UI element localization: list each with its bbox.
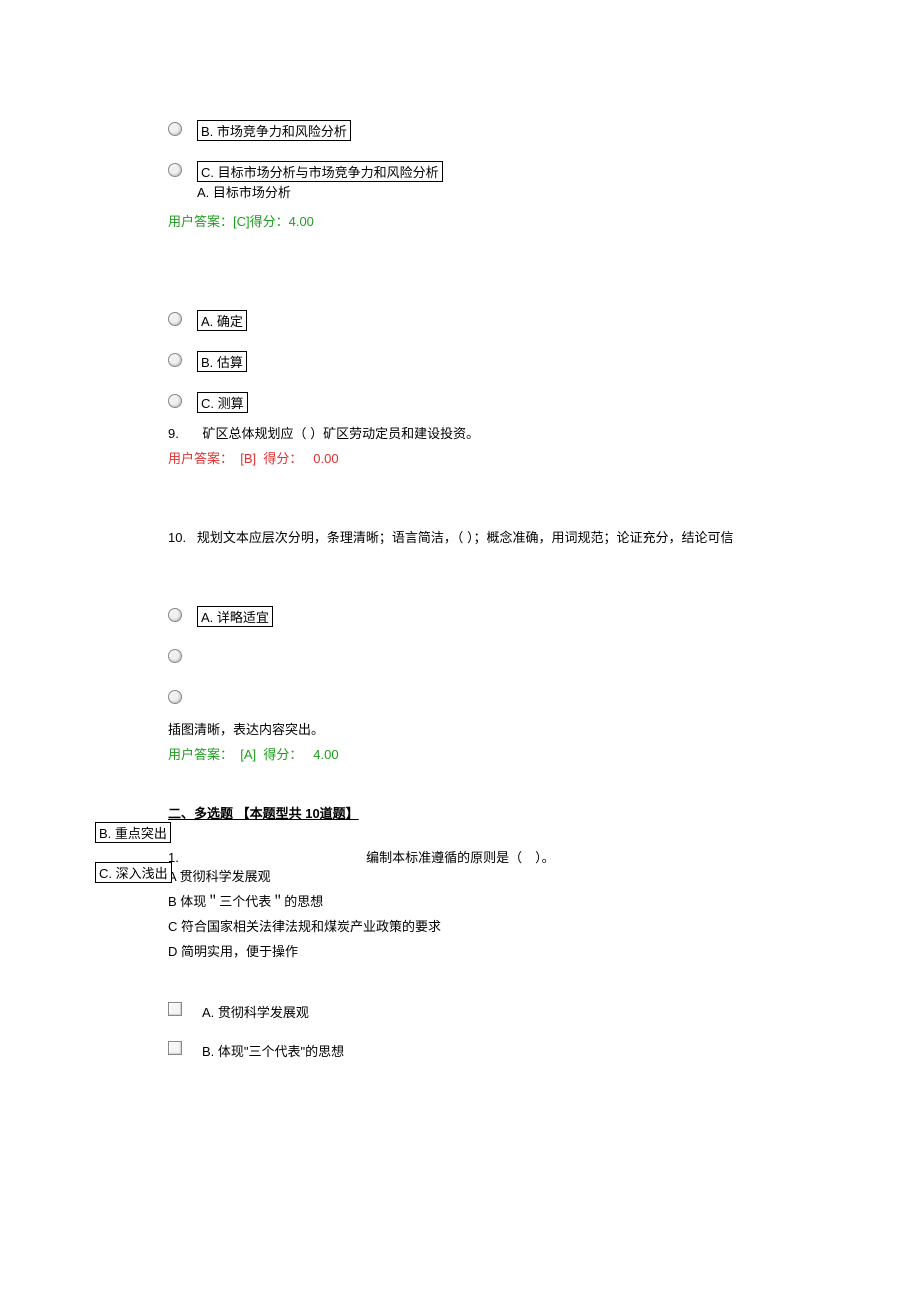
q9-option-b: B. 估算 [197,351,247,372]
float-option-b: B. 重点突出 [95,822,171,843]
q8-option-b: B. 市场竞争力和风险分析 [197,120,351,141]
section2-line-c: C 符合国家相关法律法规和煤炭产业政策的要求 [60,916,860,935]
float-option-c: C. 深入浅出 [95,862,172,883]
radio-icon[interactable] [168,649,182,663]
q10-tail-text: 插图清晰，表达内容突出。 [60,719,860,738]
radio-icon[interactable] [168,690,182,704]
section2-q1-text: 编制本标准遵循的原则是（ ）。 [366,850,555,865]
radio-icon[interactable] [168,608,182,622]
section2-line-a: A 贯彻科学发展观 [168,866,860,885]
section2-check-b: B. 体现"三个代表"的思想 [202,1041,344,1060]
q9-option-c: C. 测算 [197,392,248,413]
answer-score-label: 得分： [263,747,302,762]
q10-text: 规划文本应层次分明，条理清晰；语言简洁，（ ）；概念准确，用词规范；论证充分，结… [197,530,734,545]
checkbox-icon[interactable] [168,1041,182,1055]
answer-value: [B] [240,451,256,466]
q9-text: 矿区总体规划应（ ）矿区劳动定员和建设投资。 [202,426,479,441]
answer-prefix: 用户答案： [168,451,233,466]
section2-line-d: D 简明实用，便于操作 [60,941,860,960]
checkbox-icon[interactable] [168,1002,182,1016]
q9-answer: 用户答案： [B] 得分： 0.00 [60,448,860,467]
q8-answer: 用户答案：[C]得分：4.00 [60,211,860,230]
q9-option-a: A. 确定 [197,310,247,331]
radio-icon[interactable] [168,394,182,408]
answer-prefix: 用户答案： [168,747,233,762]
radio-icon[interactable] [168,163,182,177]
radio-icon[interactable] [168,312,182,326]
answer-score-label: 得分： [263,451,302,466]
answer-value: [A] [240,747,256,762]
q10-number: 10. [168,530,186,545]
section2-line-b: B 体现＂三个代表＂的思想 [60,891,860,910]
q8-option-a-below: A. 目标市场分析 [197,185,291,200]
radio-icon[interactable] [168,122,182,136]
q10-answer: 用户答案： [A] 得分： 4.00 [60,744,860,763]
answer-score: 4.00 [313,747,338,762]
radio-icon[interactable] [168,353,182,367]
section-2-heading: 二、多选题 【本题型共 10道题】 [60,803,860,822]
q9-number: 9. [168,426,179,441]
q8-option-c: C. 目标市场分析与市场竞争力和风险分析 [197,161,443,182]
q10-option-a: A. 详略适宜 [197,606,273,627]
answer-score: 0.00 [313,451,338,466]
section2-check-a: A. 贯彻科学发展观 [202,1002,309,1021]
